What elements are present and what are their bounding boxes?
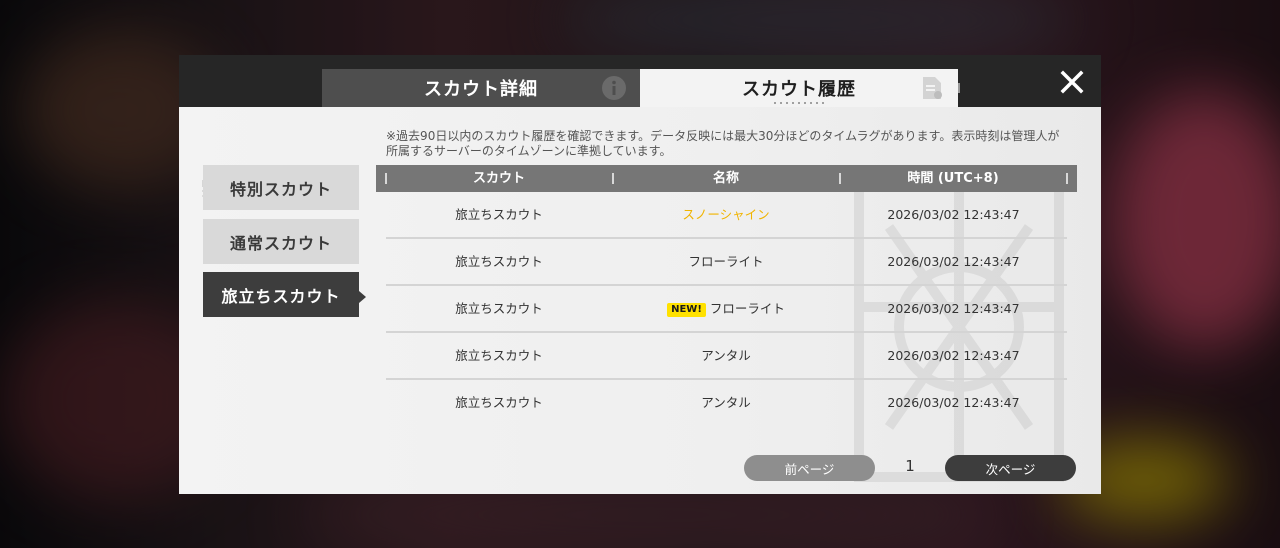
character-name-cell: NEW! フローライト — [612, 286, 840, 332]
character-name: フローライト — [709, 301, 785, 316]
scout-type-cell: 旅立ちスカウト — [455, 348, 543, 363]
table-row: 旅立ちスカウト スノーシャイン 2026/03/02 12:43:47 — [386, 192, 1067, 238]
time-cell: 2026/03/02 12:43:47 — [887, 348, 1020, 363]
tab-divider — [958, 83, 960, 93]
column-header-time: 時間 (UTC+8) — [907, 171, 999, 186]
character-name-cell: スノーシャイン — [682, 207, 770, 222]
table-row: 旅立ちスカウト アンタル 2026/03/02 12:43:47 — [386, 380, 1067, 426]
time-cell: 2026/03/02 12:43:47 — [887, 301, 1020, 316]
tab-label: スカウト履歴 — [742, 79, 856, 100]
new-badge: NEW! — [667, 303, 706, 317]
document-icon — [923, 77, 942, 99]
character-name-cell: フローライト — [688, 254, 764, 269]
character-name-cell: アンタル — [701, 395, 751, 410]
info-icon — [602, 76, 626, 100]
sidebar-item-normal-scout[interactable]: 通常スカウト — [203, 219, 359, 264]
history-notice: ※過去90日以内のスカウト履歴を確認できます。データ反映には最大30分ほどのタイ… — [386, 129, 1060, 158]
tab-label: スカウト詳細 — [424, 79, 538, 100]
scout-history-modal: スカウト詳細 スカウト履歴 ※過去90日以内のスカウト履歴を確認できます。データ… — [179, 55, 1101, 494]
character-name-cell: アンタル — [701, 348, 751, 363]
column-header-name: 名称 — [712, 171, 739, 186]
tab-scout-detail[interactable]: スカウト詳細 — [322, 69, 642, 107]
table-row: 旅立ちスカウト NEW! フローライト 2026/03/02 12:43:47 — [386, 286, 1067, 332]
scout-type-cell: 旅立ちスカウト — [455, 301, 543, 316]
scout-type-cell: 旅立ちスカウト — [455, 395, 543, 410]
sidebar-item-label: 特別スカウト — [229, 179, 332, 199]
scout-type-cell: 旅立ちスカウト — [455, 254, 543, 269]
column-header-scout: スカウト — [472, 171, 525, 186]
sidebar-item-label: 通常スカウト — [229, 233, 332, 253]
sidebar-item-departure-scout[interactable]: 旅立ちスカウト — [203, 272, 359, 317]
column-divider — [1066, 173, 1068, 184]
tab-scout-history[interactable]: スカウト履歴 — [640, 69, 960, 107]
time-cell: 2026/03/02 12:43:47 — [887, 207, 1020, 222]
time-cell: 2026/03/02 12:43:47 — [887, 254, 1020, 269]
sidebar-item-label: 旅立ちスカウト — [221, 286, 341, 306]
table-row: 旅立ちスカウト アンタル 2026/03/02 12:43:47 — [386, 333, 1067, 379]
time-cell: 2026/03/02 12:43:47 — [887, 395, 1020, 410]
table-row: 旅立ちスカウト フローライト 2026/03/02 12:43:47 — [386, 239, 1067, 285]
modal-header: スカウト詳細 スカウト履歴 — [179, 55, 1101, 107]
history-table-header: スカウト 名称 時間 (UTC+8) — [376, 165, 1077, 192]
prev-page-button[interactable]: 前ページ — [744, 455, 875, 481]
scout-type-cell: 旅立ちスカウト — [455, 207, 543, 222]
close-icon[interactable] — [1059, 69, 1085, 95]
page-number: 1 — [905, 457, 915, 475]
active-item-pointer — [359, 291, 366, 303]
next-page-button[interactable]: 次ページ — [945, 455, 1076, 481]
active-tab-indicator — [772, 102, 826, 104]
sidebar-item-special-scout[interactable]: 特別スカウト — [203, 165, 359, 210]
